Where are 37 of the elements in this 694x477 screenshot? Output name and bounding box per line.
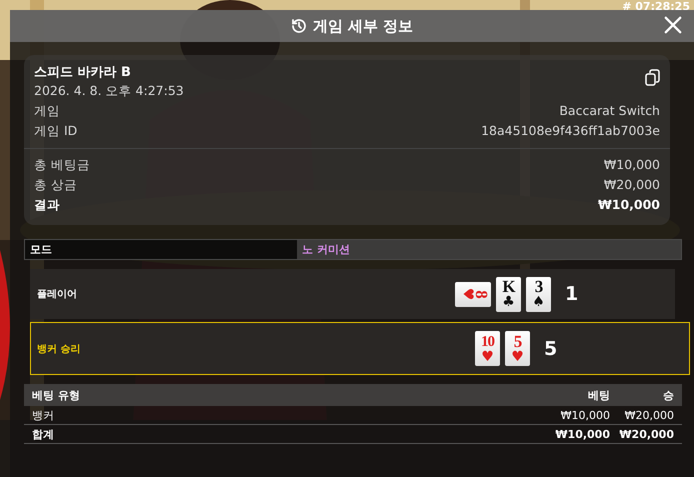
history-icon bbox=[290, 18, 307, 34]
total-value: ₩10,000 bbox=[598, 196, 660, 214]
total-label: 총 베팅금 bbox=[34, 156, 90, 174]
table-name: 스피드 바카라 B bbox=[34, 64, 132, 81]
mode-label: 모드 bbox=[25, 240, 297, 259]
column-header: 베팅 유형 bbox=[32, 388, 81, 402]
mode-value: 노 커미션 bbox=[297, 240, 681, 259]
date-time: 2026. 4. 8. 오후 4:27:53 bbox=[34, 82, 184, 100]
table-cell-text: ₩20,000 bbox=[624, 408, 674, 422]
total-value: ₩10,000 bbox=[604, 156, 660, 174]
table-cell-text: ₩10,000 bbox=[560, 408, 610, 422]
hand-score: 5 bbox=[544, 338, 558, 360]
copy-icon[interactable] bbox=[645, 69, 660, 86]
column-header: 베팅 bbox=[587, 388, 610, 402]
hand-label: 플레이어 bbox=[36, 288, 78, 301]
table-cell-text: ₩10,000 bbox=[554, 428, 610, 440]
detail-value: 18a45108e9f436ff1ab7003e bbox=[481, 122, 660, 140]
column-header: 승 bbox=[662, 388, 674, 402]
hand-score: 1 bbox=[565, 283, 578, 305]
detail-value: Baccarat Switch bbox=[559, 102, 660, 120]
table-cell-text: ₩20,000 bbox=[618, 428, 674, 440]
playing-card: ♥ 8 bbox=[455, 282, 491, 306]
table-cell-text: 뱅커 bbox=[32, 408, 55, 422]
total-value: ₩20,000 bbox=[604, 176, 660, 194]
hand-label: 뱅커 승리 bbox=[36, 342, 82, 356]
close-button[interactable] bbox=[662, 14, 684, 36]
timestamp: # 07:28:25 bbox=[622, 0, 690, 13]
playing-card: 10 ♥ bbox=[475, 331, 500, 366]
detail-label: 게임 ID bbox=[34, 122, 78, 140]
panel-title: 게임 세부 정보 bbox=[312, 16, 414, 36]
playing-card: 3 ♠ bbox=[526, 276, 551, 312]
total-label: 결과 bbox=[34, 196, 60, 214]
playing-card: 5 ♥ bbox=[505, 331, 530, 366]
total-label: 총 상금 bbox=[34, 176, 77, 194]
detail-label: 게임 bbox=[34, 102, 60, 120]
table-cell-text: 합계 bbox=[32, 426, 55, 442]
playing-card: K ♣ bbox=[496, 276, 521, 312]
